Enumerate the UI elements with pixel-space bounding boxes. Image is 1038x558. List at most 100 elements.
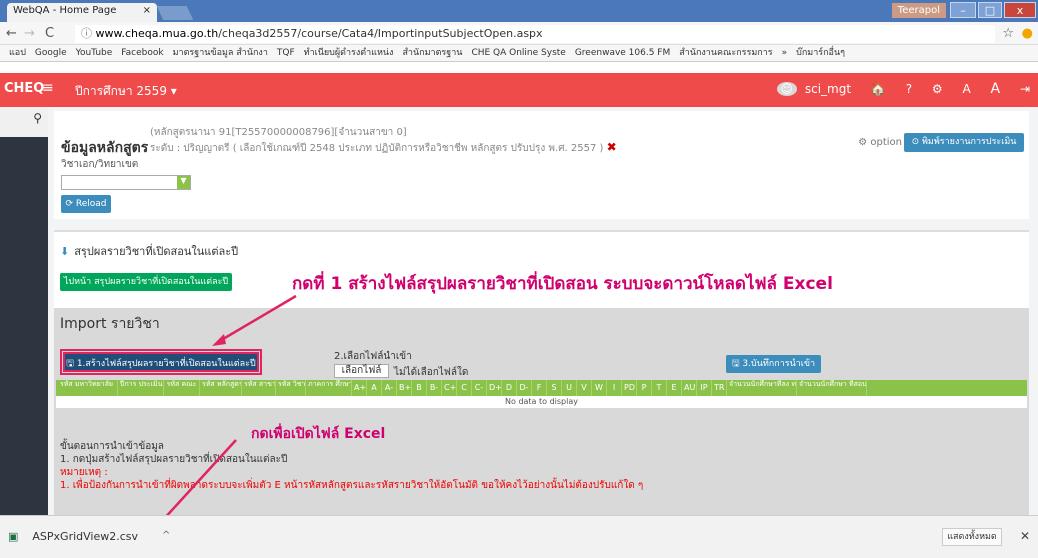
bookmark-item[interactable]: สำนักมาตรฐาน xyxy=(402,45,462,61)
grid-column-header[interactable]: TR xyxy=(712,380,727,396)
close-window-button[interactable]: x xyxy=(1004,2,1036,18)
grid-column-header[interactable]: ปีการ ประเมิน xyxy=(118,380,164,396)
maximize-button[interactable]: □ xyxy=(978,2,1002,18)
sidebar: ⚲ xyxy=(0,107,48,515)
grid-column-header[interactable]: B+ xyxy=(397,380,412,396)
grid-empty-row: No data to display xyxy=(56,396,1027,408)
grid-column-header[interactable]: S xyxy=(547,380,562,396)
back-icon[interactable]: ← xyxy=(6,26,17,41)
grid-column-header[interactable]: D xyxy=(502,380,517,396)
course-subtitle-1: (หลักสูตรนานา 91[T25570000008796][จำนวนส… xyxy=(150,127,407,138)
home-icon[interactable]: 🏠 xyxy=(871,82,886,96)
brand-logo[interactable]: CHEQ xyxy=(4,81,44,96)
reload-button[interactable]: ⟳ Reload xyxy=(61,195,111,213)
grid-column-header[interactable]: B- xyxy=(427,380,442,396)
grid-column-header[interactable]: T xyxy=(652,380,667,396)
bookmark-item[interactable]: สำนักงานคณะกรรมการ xyxy=(679,45,772,61)
grid-column-header[interactable]: P xyxy=(637,380,652,396)
grid-column-header[interactable]: PD xyxy=(622,380,637,396)
grid-column-header[interactable]: I xyxy=(607,380,622,396)
browser-tab-bar: WebQA - Home Page × Teerapol – □ x xyxy=(0,0,1038,22)
font-large-icon[interactable]: A xyxy=(991,81,1001,97)
goto-summary-button[interactable]: ไปหน้า สรุปผลรายวิชาที่เปิดสอนในแต่ละปี xyxy=(60,273,232,291)
user-name[interactable]: sci_mgt xyxy=(805,82,851,96)
user-avatar[interactable]: ☺ xyxy=(776,82,798,96)
grid-column-header[interactable]: D+ xyxy=(487,380,502,396)
menu-toggle-icon[interactable]: ≡ xyxy=(42,80,54,96)
url-path: /cheqa3d2557/course/Cata4/ImportinputSub… xyxy=(218,27,543,40)
grid-column-header[interactable]: AU xyxy=(682,380,697,396)
reload-icon[interactable]: C xyxy=(45,26,54,41)
grid-column-header[interactable]: F xyxy=(532,380,547,396)
note1-text: 1. เพื่อป้องกันการนำเข้าที่ผิดพลาดระบบจะ… xyxy=(60,480,644,491)
tab-close-icon[interactable]: × xyxy=(143,5,151,16)
grid-column-header[interactable]: B xyxy=(412,380,427,396)
grid-column-header[interactable]: A+ xyxy=(352,380,367,396)
import-panel: Import รายวิชา 🖫 1.สร้างไฟล์สรุปผลรายวิช… xyxy=(54,308,1029,522)
course-subtitle-2: ระดับ : ปริญญาตรี ( เลือกใช้เกณฑ์ปี 2548… xyxy=(150,140,617,156)
search-icon[interactable]: ⚲ xyxy=(33,111,42,125)
grid-column-header[interactable]: C- xyxy=(472,380,487,396)
grid-column-header[interactable]: IP xyxy=(697,380,712,396)
grid-column-header[interactable]: U xyxy=(562,380,577,396)
grid-column-header[interactable]: ภาคการ ศึกษาที่ xyxy=(306,380,352,396)
font-small-icon[interactable]: A xyxy=(962,82,970,96)
grid-column-header[interactable]: W xyxy=(592,380,607,396)
settings-icon[interactable]: ⚙ xyxy=(932,82,943,96)
grid-column-header[interactable]: จำนวนนักศึกษาที่ลง ทะเบียนเรียน xyxy=(727,380,797,396)
grid-column-header[interactable]: V xyxy=(577,380,592,396)
chevron-down-icon[interactable]: ▼ xyxy=(177,176,190,189)
grid-column-header[interactable]: รหัส สาขา xyxy=(242,380,276,396)
choose-file-button[interactable]: เลือกไฟล์ xyxy=(334,364,389,378)
grid-column-header[interactable]: รหัส มหาวิทยาลัย xyxy=(56,380,118,396)
grid-column-header[interactable]: รหัส วิชา xyxy=(276,380,306,396)
minimize-button[interactable]: – xyxy=(950,2,976,18)
major-select[interactable]: ▼ xyxy=(61,175,191,190)
bookmark-star-icon[interactable]: ☆ xyxy=(1002,26,1014,41)
bookmark-item[interactable]: บ๊กมาร์กอื่นๆ xyxy=(796,45,845,61)
grid-column-header[interactable]: รหัส หลักสูตร xyxy=(200,380,242,396)
save-import-button[interactable]: 🖫 3.บันทึกการนำเข้า xyxy=(726,355,821,373)
new-tab-button[interactable] xyxy=(156,6,194,20)
chevron-up-icon[interactable]: ^ xyxy=(162,530,170,541)
bookmark-item[interactable]: Google xyxy=(35,45,67,61)
option-link[interactable]: ⚙ option xyxy=(858,137,902,148)
bookmark-item[interactable]: TQF xyxy=(277,45,295,61)
bookmark-item[interactable]: แอป xyxy=(9,45,26,61)
close-download-bar-icon[interactable]: ✕ xyxy=(1020,529,1030,543)
info-icon: ⓘ xyxy=(81,27,96,40)
tab-title: WebQA - Home Page xyxy=(13,5,117,16)
print-report-button[interactable]: ⊙ พิมพ์รายงานการประเมินตนเอง xyxy=(904,133,1024,166)
grid-column-header[interactable]: รหัส คณะ xyxy=(164,380,200,396)
logout-icon[interactable]: ⇥ xyxy=(1020,82,1030,96)
url-host: www.cheqa.mua.go.th xyxy=(95,27,219,40)
bookmark-item[interactable]: Greenwave 106.5 FM xyxy=(575,45,670,61)
url-field[interactable]: ⓘ www.cheqa.mua.go.th/cheqa3d2557/course… xyxy=(75,25,995,43)
forward-icon[interactable]: → xyxy=(24,26,35,41)
grid-column-header[interactable]: E xyxy=(667,380,682,396)
show-all-downloads-button[interactable]: แสดงทั้งหมด xyxy=(942,528,1002,546)
grid-column-header[interactable]: จำนวนนักศึกษา ที่สอบผ่าน xyxy=(797,380,867,396)
grid-column-header[interactable]: C xyxy=(457,380,472,396)
bookmark-item[interactable]: » xyxy=(782,45,788,61)
bookmark-item[interactable]: ทำเนียบผู้ดำรงตำแหน่ง xyxy=(304,45,394,61)
grid-column-header[interactable]: A xyxy=(367,380,382,396)
window-user-badge[interactable]: Teerapol xyxy=(891,3,946,18)
bookmark-item[interactable]: Facebook xyxy=(121,45,163,61)
help-icon[interactable]: ? xyxy=(906,82,912,96)
grid-column-header[interactable]: D- xyxy=(517,380,532,396)
bookmark-item[interactable]: YouTube xyxy=(76,45,113,61)
top-navbar: CHEQ ≡ ปีการศึกษา 2559 ▾ ☺ sci_mgt 🏠 ? ⚙… xyxy=(0,73,1038,107)
extension-icon[interactable]: ● xyxy=(1022,26,1033,41)
navbar-right-icons: ☺ sci_mgt 🏠 ? ⚙ A A ⇥ xyxy=(761,81,1030,97)
create-summary-file-button[interactable]: 🖫 1.สร้างไฟล์สรุปผลรายวิชาที่เปิดสอนในแต… xyxy=(60,349,262,375)
grid-column-header[interactable]: A- xyxy=(382,380,397,396)
academic-year-dropdown[interactable]: ปีการศึกษา 2559 ▾ xyxy=(75,82,177,101)
grid-column-header[interactable]: C+ xyxy=(442,380,457,396)
downloaded-file[interactable]: ▣ ASPxGridView2.csv xyxy=(8,530,138,543)
sidebar-search[interactable]: ⚲ xyxy=(0,107,48,137)
bookmark-item[interactable]: CHE QA Online Syste xyxy=(471,45,565,61)
remove-x-icon[interactable]: ✖ xyxy=(607,140,617,154)
bookmark-item[interactable]: มาตรฐานข้อมูล สำนักงา xyxy=(173,45,268,61)
browser-tab[interactable]: WebQA - Home Page × xyxy=(7,3,157,22)
